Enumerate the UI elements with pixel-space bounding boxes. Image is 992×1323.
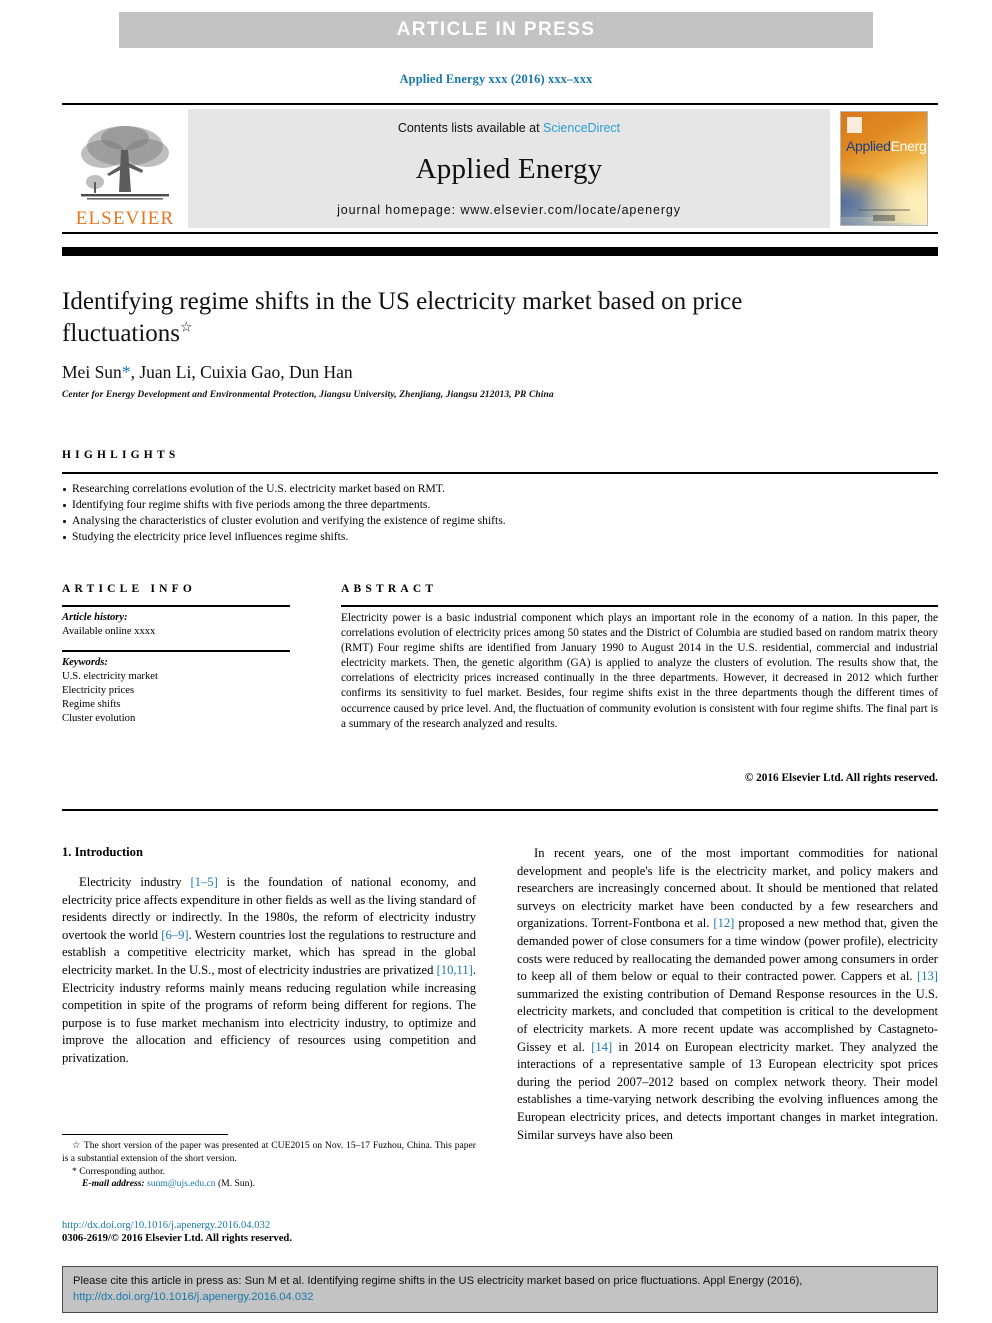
section-heading-introduction: 1. Introduction: [62, 845, 143, 859]
article-history-value: Available online xxxx: [62, 626, 156, 637]
keyword-item: Cluster evolution: [62, 713, 136, 724]
citation-ref[interactable]: [14]: [591, 1040, 612, 1054]
elsevier-wordmark: ELSEVIER: [75, 208, 175, 229]
email-owner: (M. Sun).: [217, 1178, 256, 1190]
citation-ref[interactable]: [1–5]: [190, 875, 217, 889]
citation-ref[interactable]: [10,11]: [437, 963, 473, 977]
paragraph-intro-left: Electricity industry [1–5] is the founda…: [62, 874, 476, 1068]
body-top-divider: [62, 809, 938, 811]
elsevier-tree-icon: [81, 126, 169, 200]
list-item: Researching correlations evolution of th…: [62, 481, 938, 497]
author-first: Mei Sun: [62, 362, 122, 382]
cover-image: AppliedEnergy: [840, 111, 928, 226]
footnote-email: E-mail address: sunm@ujs.edu.cn (M. Sun)…: [62, 1178, 476, 1191]
keyword-item: Regime shifts: [62, 699, 121, 710]
abstract-copyright: © 2016 Elsevier Ltd. All rights reserved…: [744, 772, 938, 784]
text-run: . Electricity industry reforms mainly me…: [62, 962, 476, 1065]
issn-copyright-line: 0306-2619/© 2016 Elsevier Ltd. All right…: [62, 1233, 292, 1245]
footnote-corresponding: * Corresponding author.: [62, 1166, 476, 1179]
text-run: Electricity industry: [79, 875, 191, 889]
contents-available-line: Contents lists available at ScienceDirec…: [398, 121, 620, 135]
author-rest: , Juan Li, Cuixia Gao, Dun Han: [130, 362, 353, 382]
corresponding-author-marker[interactable]: *: [122, 362, 131, 382]
cover-title-energy: Energy: [890, 138, 927, 154]
cover-footer-mark: [873, 215, 895, 221]
highlights-divider: [62, 472, 938, 474]
email-label: E-mail address:: [82, 1178, 145, 1190]
citation-ref[interactable]: [6–9]: [161, 928, 188, 942]
author-affiliation: Center for Energy Development and Enviro…: [62, 390, 554, 400]
list-item: Analysing the characteristics of cluster…: [62, 513, 938, 529]
journal-reference-line[interactable]: Applied Energy xxx (2016) xxx–xxx: [0, 72, 992, 87]
doi-block: http://dx.doi.org/10.1016/j.apenergy.201…: [62, 1219, 482, 1246]
article-history: Article history: Available online xxxx: [62, 611, 302, 639]
footnote-star-note: ☆ The short version of the paper was pre…: [62, 1140, 476, 1166]
paragraph-intro-right: In recent years, one of the most importa…: [517, 845, 938, 1144]
list-item: Identifying four regime shifts with five…: [62, 497, 938, 513]
elsevier-logo[interactable]: ELSEVIER: [62, 105, 188, 232]
citation-ref[interactable]: [13]: [917, 969, 938, 983]
article-info-divider: [62, 605, 290, 607]
keyword-item: U.S. electricity market: [62, 671, 158, 682]
citation-ref[interactable]: [12]: [713, 916, 734, 930]
abstract-body: Electricity power is a basic industrial …: [341, 612, 938, 730]
text-run: Corresponding author.: [79, 1165, 166, 1177]
cite-doi-link[interactable]: http://dx.doi.org/10.1016/j.apenergy.201…: [73, 1291, 314, 1303]
footnote-divider: [62, 1134, 228, 1136]
body-column-left: 1. Introduction Electricity industry [1–…: [62, 845, 476, 1068]
doi-link[interactable]: http://dx.doi.org/10.1016/j.apenergy.201…: [62, 1219, 482, 1232]
article-history-label: Article history:: [62, 612, 128, 623]
keywords-label: Keywords:: [62, 657, 108, 668]
journal-masthead: ELSEVIER Contents lists available at Sci…: [62, 103, 938, 234]
highlights-list: Researching correlations evolution of th…: [62, 481, 938, 545]
email-link[interactable]: sunm@ujs.edu.cn: [147, 1178, 216, 1189]
page-title: Identifying regime shifts in the US elec…: [62, 286, 862, 350]
list-item: Studying the electricity price level inf…: [62, 529, 938, 545]
cover-title-applied: Applied: [846, 138, 891, 154]
author-list: Mei Sun*, Juan Li, Cuixia Gao, Dun Han: [62, 362, 353, 383]
keywords-block: Keywords: U.S. electricity market Electr…: [62, 656, 302, 726]
highlights-heading: HIGHLIGHTS: [62, 449, 180, 461]
title-footnote-marker[interactable]: ☆: [180, 321, 193, 336]
journal-homepage-link[interactable]: journal homepage: www.elsevier.com/locat…: [337, 203, 681, 217]
journal-cover-thumbnail[interactable]: AppliedEnergy: [830, 105, 938, 232]
masthead-bottom-bar: [62, 247, 938, 256]
journal-title: Applied Energy: [415, 152, 603, 185]
text-run: The short version of the paper was prese…: [62, 1140, 476, 1164]
article-in-press-banner: ARTICLE IN PRESS: [119, 12, 873, 48]
body-column-right: In recent years, one of the most importa…: [517, 845, 938, 1144]
text-run: in 2014 on European electricity market. …: [517, 1039, 938, 1142]
please-cite-box: Please cite this article in press as: Su…: [62, 1266, 938, 1313]
cover-publisher-badge-icon: [847, 117, 862, 133]
abstract-heading: ABSTRACT: [341, 583, 438, 595]
article-in-press-label: ARTICLE IN PRESS: [396, 19, 596, 40]
keyword-item: Electricity prices: [62, 685, 135, 696]
keywords-divider: [62, 650, 290, 652]
sciencedirect-link[interactable]: ScienceDirect: [543, 121, 620, 135]
cover-title: AppliedEnergy: [846, 138, 927, 154]
footnote-marker-star: ☆: [72, 1140, 84, 1151]
footnote-block: ☆ The short version of the paper was pre…: [62, 1140, 476, 1191]
article-title-text: Identifying regime shifts in the US elec…: [62, 288, 743, 347]
cover-footer-rule: [858, 209, 910, 211]
cite-text: Please cite this article in press as: Su…: [73, 1275, 803, 1287]
contents-prefix: Contents lists available at: [397, 121, 544, 135]
paper-page: ARTICLE IN PRESS Applied Energy xxx (201…: [0, 0, 992, 1323]
masthead-center-panel: Contents lists available at ScienceDirec…: [188, 109, 830, 228]
cover-glow-shape: [861, 159, 927, 223]
article-info-heading: ARTICLE INFO: [62, 583, 197, 595]
abstract-divider: [341, 605, 938, 607]
